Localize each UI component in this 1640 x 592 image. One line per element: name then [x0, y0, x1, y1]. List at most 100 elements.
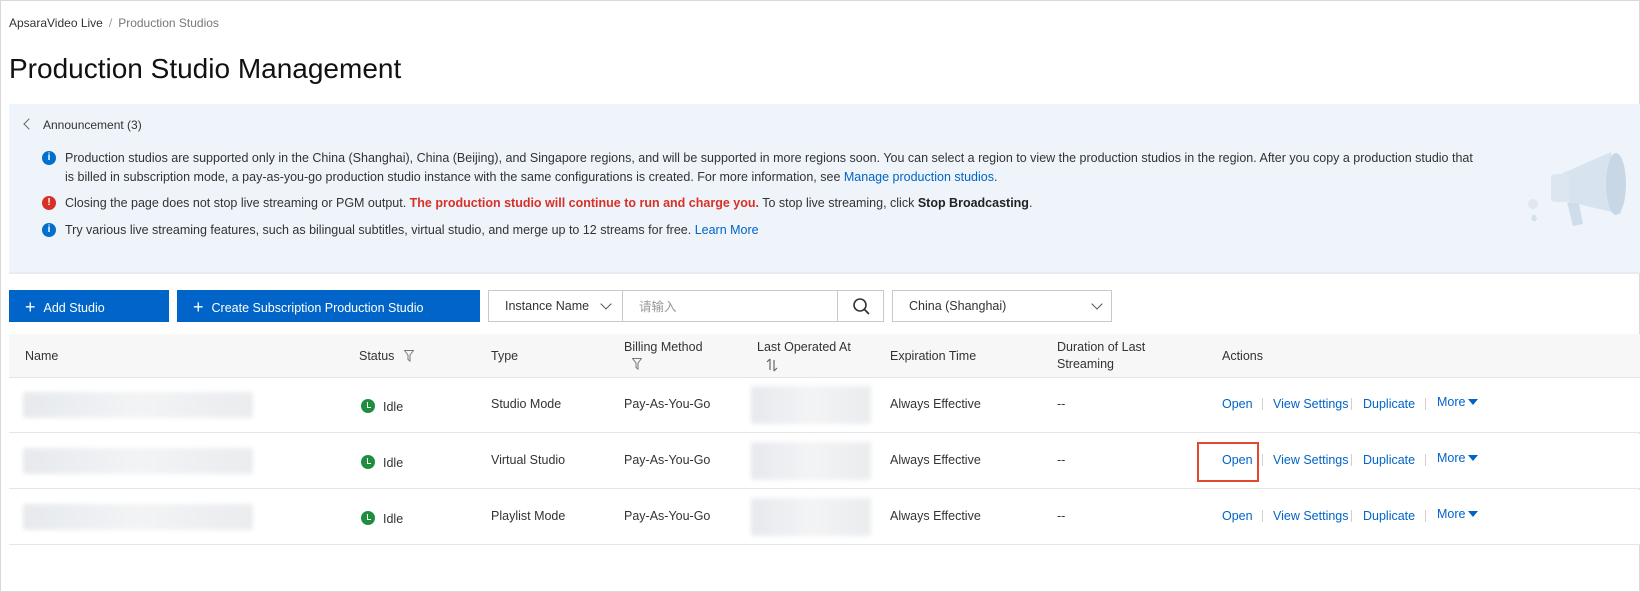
- column-header-status-label: Status: [359, 349, 395, 363]
- type-cell: Playlist Mode: [491, 509, 566, 523]
- announcement-text: To stop live streaming, click: [758, 196, 918, 210]
- add-studio-instance-button[interactable]: +Add Studio Instance: [9, 290, 169, 347]
- warning-icon: !: [42, 196, 56, 210]
- search-icon: [853, 298, 870, 315]
- action-divider: [1262, 510, 1263, 522]
- status-text: Idle: [383, 456, 404, 470]
- filter-field-value: Instance Name: [505, 299, 590, 313]
- open-link[interactable]: Open: [1222, 509, 1253, 523]
- column-header-last-operated: Last Operated At: [757, 339, 851, 377]
- view-settings-link[interactable]: View Settings: [1273, 509, 1349, 523]
- search-input[interactable]: [623, 291, 837, 321]
- announcement-warning-text: The production studio will continue to r…: [409, 196, 759, 210]
- search-filter: Instance Name: [488, 290, 884, 322]
- chevron-down-icon: [600, 298, 612, 310]
- billing-cell: Pay-As-You-Go: [624, 453, 711, 467]
- manage-studios-link[interactable]: Manage production studios: [844, 170, 994, 184]
- column-header-last-operated-label: Last Operated At: [757, 340, 851, 354]
- action-divider: [1425, 454, 1426, 466]
- last-operated-redacted: [751, 386, 871, 424]
- announcement-text-end: .: [993, 170, 998, 184]
- announcement-toggle[interactable]: Announcement (3): [23, 118, 142, 132]
- more-label: More: [1437, 451, 1466, 465]
- expiration-cell: Always Effective: [890, 453, 981, 467]
- action-divider: [1425, 510, 1426, 522]
- learn-more-link[interactable]: Learn More: [695, 223, 759, 237]
- breadcrumb-current: Production Studios: [118, 16, 219, 30]
- create-subscription-instance-button[interactable]: +Create Subscription Production Studio I…: [177, 290, 480, 347]
- breadcrumb-separator: /: [108, 16, 113, 30]
- more-dropdown[interactable]: More: [1437, 507, 1479, 521]
- more-dropdown[interactable]: More: [1437, 395, 1479, 409]
- announcement-text: Try various live streaming features, suc…: [65, 223, 695, 237]
- status-cell: Idle: [361, 453, 403, 470]
- view-settings-link[interactable]: View Settings: [1273, 397, 1349, 411]
- duration-cell: --: [1057, 509, 1066, 523]
- region-select[interactable]: China (Shanghai): [892, 290, 1112, 322]
- sort-icon[interactable]: [765, 358, 779, 372]
- search-button[interactable]: [837, 291, 883, 321]
- stop-broadcasting-text: Stop Broadcasting: [917, 196, 1029, 210]
- filter-icon[interactable]: [632, 358, 642, 370]
- type-cell: Virtual Studio: [491, 453, 566, 467]
- chevron-left-icon: [23, 118, 35, 130]
- filter-field-select[interactable]: Instance Name: [489, 291, 623, 321]
- billing-cell: Pay-As-You-Go: [624, 397, 711, 411]
- page-frame: ApsaraVideo Live / Production Studios Prod…: [0, 0, 1640, 592]
- column-header-billing-label: Billing Method: [624, 340, 703, 354]
- last-operated-redacted: [751, 498, 871, 536]
- status-text: Idle: [383, 400, 404, 414]
- open-link[interactable]: Open: [1222, 397, 1253, 411]
- expiration-cell: Always Effective: [890, 397, 981, 411]
- clock-icon: [361, 455, 375, 469]
- megaphone-icon: [1528, 152, 1626, 226]
- page-title: Production Studio Management: [9, 53, 402, 84]
- caret-down-icon: [1468, 511, 1479, 517]
- column-header-type: Type: [491, 349, 519, 363]
- duplicate-link[interactable]: Duplicate: [1363, 453, 1415, 467]
- billing-cell: Pay-As-You-Go: [624, 509, 711, 523]
- action-divider: [1262, 454, 1263, 466]
- duplicate-link[interactable]: Duplicate: [1363, 509, 1415, 523]
- announcement-item: i Production studios are supported only …: [42, 149, 1473, 187]
- status-cell: Idle: [361, 509, 403, 526]
- filter-icon[interactable]: [403, 350, 414, 362]
- action-divider: [1351, 398, 1352, 410]
- table-row: Idle Virtual Studio Pay-As-You-Go Always…: [9, 434, 1640, 489]
- duration-cell: --: [1057, 397, 1066, 411]
- action-divider: [1351, 510, 1352, 522]
- column-header-duration: Duration of Last Streaming: [1057, 340, 1146, 371]
- more-label: More: [1437, 395, 1466, 409]
- studio-name-redacted[interactable]: [23, 448, 253, 474]
- expiration-cell: Always Effective: [890, 509, 981, 523]
- caret-down-icon: [1468, 455, 1479, 461]
- table-row: Idle Playlist Mode Pay-As-You-Go Always …: [9, 490, 1640, 545]
- column-header-name: Name: [25, 349, 59, 363]
- view-settings-link[interactable]: View Settings: [1273, 453, 1349, 467]
- studio-name-redacted[interactable]: [23, 504, 253, 530]
- announcement-text: Closing the page does not stop live stre…: [65, 196, 410, 210]
- type-cell: Studio Mode: [491, 397, 562, 411]
- chevron-down-icon: [1091, 298, 1103, 310]
- more-label: More: [1437, 507, 1466, 521]
- info-icon: i: [42, 223, 56, 237]
- table-row: Idle Studio Mode Pay-As-You-Go Always Ef…: [9, 378, 1640, 433]
- table-header: Name Status Type Billing Method Last Ope…: [9, 334, 1640, 378]
- announcement-panel: Announcement (3) i Production studios ar…: [9, 104, 1640, 274]
- region-value: China (Shanghai): [909, 299, 1007, 313]
- caret-down-icon: [1468, 399, 1479, 405]
- open-highlight-box: [1197, 442, 1259, 482]
- duplicate-link[interactable]: Duplicate: [1363, 397, 1415, 411]
- more-dropdown[interactable]: More: [1437, 451, 1479, 465]
- announcement-item: ! Closing the page does not stop live st…: [42, 194, 1473, 213]
- column-header-actions: Actions: [1222, 349, 1263, 363]
- column-header-status: Status: [359, 348, 414, 365]
- studio-name-redacted[interactable]: [23, 392, 253, 418]
- plus-icon: +: [193, 297, 204, 317]
- column-header-billing: Billing Method: [624, 339, 703, 373]
- action-divider: [1425, 398, 1426, 410]
- breadcrumb-root[interactable]: ApsaraVideo Live: [9, 16, 103, 30]
- info-icon: i: [42, 151, 56, 165]
- action-divider: [1262, 398, 1263, 410]
- clock-icon: [361, 511, 375, 525]
